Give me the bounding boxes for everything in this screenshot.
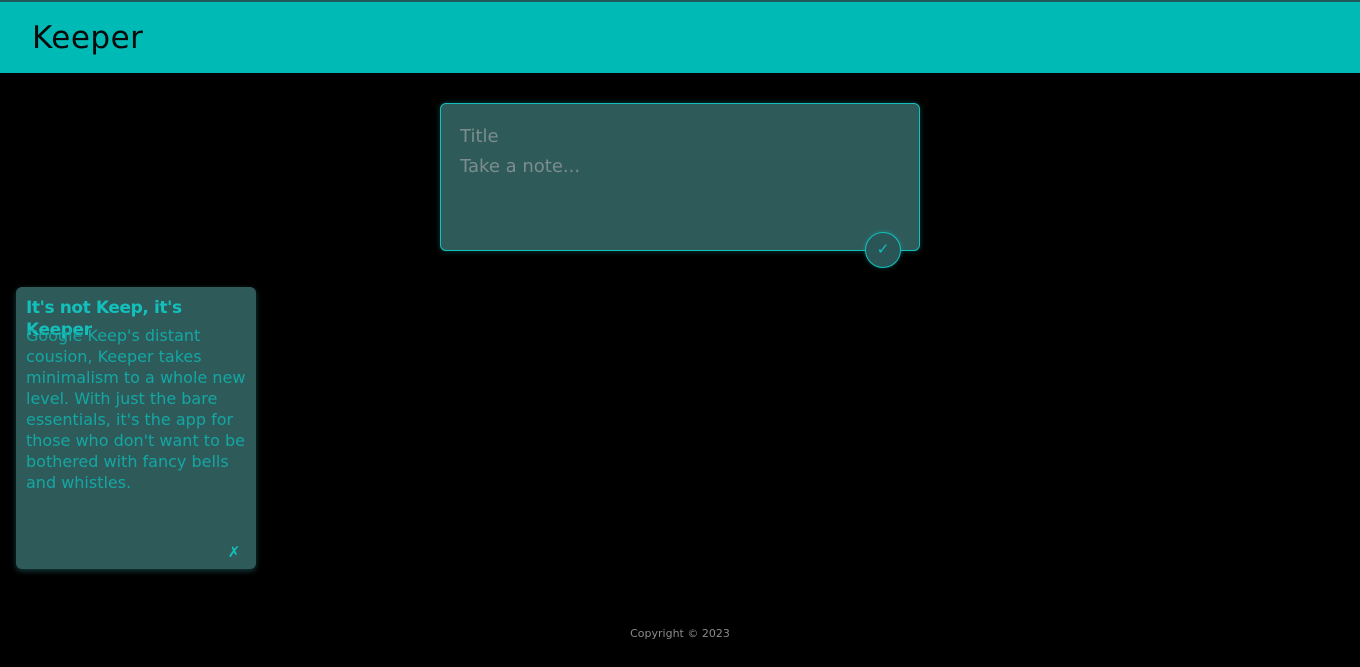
app-title: Keeper	[32, 20, 144, 56]
footer: Copyright © 2023	[0, 627, 1360, 640]
note-body: Google Keep's distant cousion, Keeper ta…	[26, 326, 246, 492]
check-icon: ✓	[876, 241, 890, 258]
add-note-button[interactable]: ✓	[865, 232, 901, 268]
note-card: It's not Keep, it's Keeper Google Keep's…	[16, 287, 256, 569]
note-title-input[interactable]	[460, 124, 900, 148]
note-composer	[440, 103, 920, 251]
copyright-text: Copyright © 2023	[630, 627, 730, 640]
note-body-input[interactable]	[460, 156, 900, 236]
app-header: Keeper	[0, 0, 1360, 73]
x-icon: ✗	[227, 543, 241, 561]
delete-note-button[interactable]: ✗	[224, 542, 244, 562]
